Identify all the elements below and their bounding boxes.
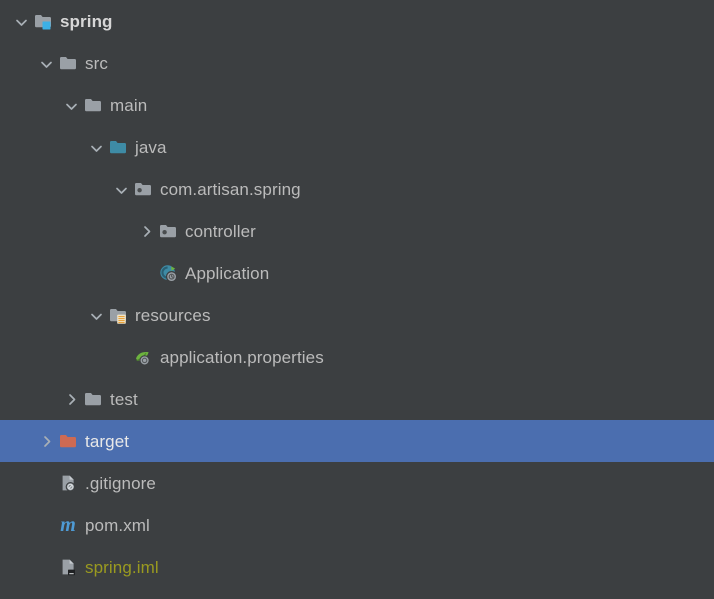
spring-properties-file-icon [131,346,155,368]
tree-node-label: pom.xml [85,515,150,535]
tree-node-label: Application [185,263,270,283]
java-package-icon [156,220,180,242]
tree-node-application-properties[interactable]: application.properties [0,336,714,378]
module-folder-icon [31,10,55,32]
tree-node-src[interactable]: src [0,42,714,84]
folder-icon [81,388,105,410]
chevron-down-icon[interactable] [111,179,131,199]
tree-node-label: java [135,137,167,157]
tree-node-label: main [110,95,148,115]
twisty-placeholder [136,263,156,283]
chevron-down-icon[interactable] [36,53,56,73]
twisty-placeholder [36,515,56,535]
tree-node-label: src [85,53,108,73]
tree-node-target[interactable]: target [0,420,714,462]
chevron-right-icon[interactable] [61,389,81,409]
tree-node-main[interactable]: main [0,84,714,126]
tree-node-label: spring.iml [85,557,159,577]
twisty-placeholder [111,347,131,367]
tree-node-spring[interactable]: spring [0,0,714,42]
sources-root-folder-icon [106,136,130,158]
tree-node-label: com.artisan.spring [160,179,301,199]
tree-node-controller[interactable]: controller [0,210,714,252]
java-package-icon [131,178,155,200]
chevron-down-icon[interactable] [86,305,106,325]
tree-node-com-artisan-spring[interactable]: com.artisan.spring [0,168,714,210]
iml-module-file-icon [56,556,80,578]
tree-node-spring-iml[interactable]: spring.iml [0,546,714,588]
tree-node-pom-xml[interactable]: m pom.xml [0,504,714,546]
tree-node-label: .gitignore [85,473,156,493]
chevron-right-icon[interactable] [36,431,56,451]
resources-root-folder-icon [106,304,130,326]
project-tool-window-tree[interactable]: spring src main java com.artisan.spring contr… [0,0,714,599]
tree-node--gitignore[interactable]: .gitignore [0,462,714,504]
tree-node-label: application.properties [160,347,324,367]
chevron-right-icon[interactable] [136,221,156,241]
tree-node-label: resources [135,305,211,325]
chevron-down-icon[interactable] [11,11,31,31]
tree-node-test[interactable]: test [0,378,714,420]
folder-icon [81,94,105,116]
tree-node-application[interactable]: Application [0,252,714,294]
twisty-placeholder [36,557,56,577]
spring-boot-application-class-icon [156,262,180,284]
tree-node-label: spring [60,11,113,31]
excluded-folder-icon [56,430,80,452]
maven-pom-icon: m [60,514,76,536]
gitignore-file-icon [56,472,80,494]
tree-node-label: test [110,389,138,409]
tree-node-java[interactable]: java [0,126,714,168]
tree-node-label: target [85,431,130,451]
tree-node-resources[interactable]: resources [0,294,714,336]
folder-icon [56,52,80,74]
tree-node-label: controller [185,221,256,241]
chevron-down-icon[interactable] [61,95,81,115]
twisty-placeholder [36,473,56,493]
chevron-down-icon[interactable] [86,137,106,157]
